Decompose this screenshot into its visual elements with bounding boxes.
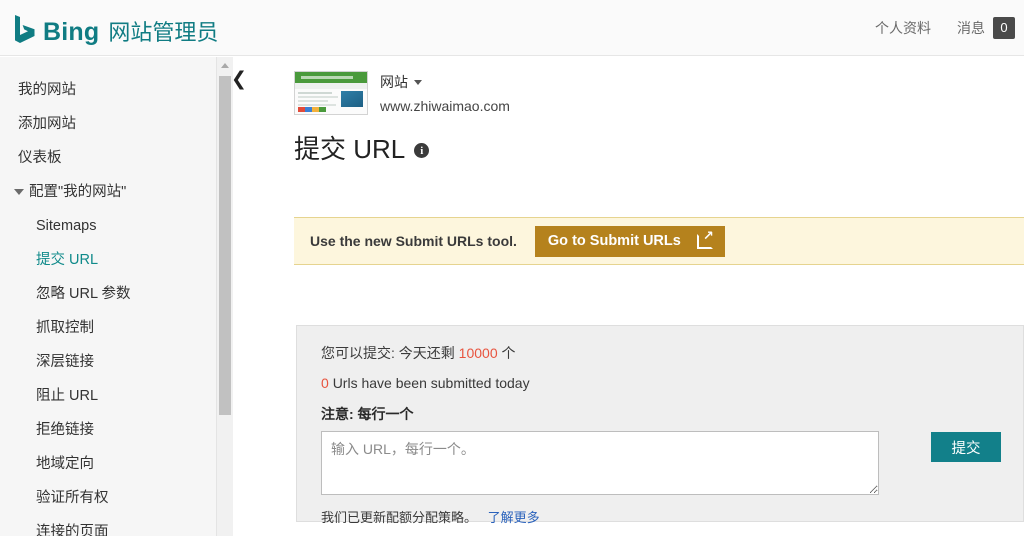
sidebar-item-connected-pages[interactable]: 连接的页面 <box>0 515 216 536</box>
new-tool-banner: Use the new Submit URLs tool. Go to Subm… <box>294 217 1024 265</box>
quota-prefix: 您可以提交: 今天还剩 <box>321 345 455 361</box>
sidebar-scrollbar[interactable] <box>216 57 233 536</box>
quota-suffix: 个 <box>501 345 516 361</box>
go-to-submit-urls-button[interactable]: Go to Submit URLs <box>534 225 725 257</box>
chevron-down-icon <box>14 189 24 195</box>
messages-count-badge: 0 <box>993 16 1015 39</box>
main-content: 网站 www.zhiwaimao.com 提交 URL i Use the ne… <box>256 57 1024 536</box>
submit-url-panel: 您可以提交: 今天还剩 10000 个 0 Urls have been sub… <box>296 325 1024 525</box>
sidebar: 我的网站 添加网站 仪表板 配置"我的网站" Sitemaps 提交 URL 忽… <box>0 57 216 536</box>
header-actions: 个人资料 消息 0 <box>875 16 1015 39</box>
brand-logo[interactable]: Bing 网站管理员 <box>14 10 218 45</box>
quota-remaining-line: 您可以提交: 今天还剩 10000 个 <box>321 343 1023 363</box>
banner-message: Use the new Submit URLs tool. <box>310 233 517 249</box>
sidebar-collapse-chevron-icon[interactable]: ❮ <box>231 70 247 90</box>
page-title: 提交 URL <box>294 134 406 164</box>
brand-subtitle: 网站管理员 <box>108 20 219 45</box>
profile-link[interactable]: 个人资料 <box>875 18 931 38</box>
scrollbar-thumb[interactable] <box>219 76 231 415</box>
external-link-icon <box>696 229 714 249</box>
messages-label: 消息 <box>957 19 985 36</box>
sidebar-group-label: 配置"我的网站" <box>29 184 127 200</box>
info-icon[interactable]: i <box>414 143 430 158</box>
sidebar-item-deep-links[interactable]: 深层链接 <box>0 345 216 379</box>
sidebar-item-sitemaps[interactable]: Sitemaps <box>0 209 216 243</box>
submit-form-row: 提交 <box>321 431 1023 495</box>
quota-policy-text: 我们已更新配额分配策略。 <box>321 510 478 525</box>
sidebar-item-block-url[interactable]: 阻止 URL <box>0 379 216 413</box>
submitted-today-count: 0 <box>321 375 329 391</box>
submit-button[interactable]: 提交 <box>931 432 1001 462</box>
chevron-down-icon <box>414 79 422 85</box>
sidebar-item-disavow-links[interactable]: 拒绝链接 <box>0 413 216 447</box>
learn-more-link[interactable]: 了解更多 <box>488 510 540 525</box>
site-name-label: 网站 <box>380 74 408 90</box>
site-header: 网站 www.zhiwaimao.com <box>294 71 1024 115</box>
site-selector-dropdown[interactable]: 网站 <box>380 72 510 92</box>
sidebar-item-dashboard[interactable]: 仪表板 <box>0 141 216 175</box>
sidebar-item-crawl-control[interactable]: 抓取控制 <box>0 311 216 345</box>
sidebar-item-geo-targeting[interactable]: 地域定向 <box>0 447 216 481</box>
sidebar-group-configure[interactable]: 配置"我的网站" <box>0 175 216 209</box>
brand-name: Bing <box>43 18 100 46</box>
submitted-today-text: Urls have been submitted today <box>332 375 530 391</box>
bing-logo-icon <box>15 15 35 43</box>
app-header: Bing 网站管理员 个人资料 消息 0 <box>0 0 1024 56</box>
sidebar-item-submit-url[interactable]: 提交 URL <box>0 243 216 277</box>
submitted-today-line: 0 Urls have been submitted today <box>321 375 1023 391</box>
sidebar-item-my-sites[interactable]: 我的网站 <box>0 73 216 107</box>
quota-remaining-count: 10000 <box>458 345 498 361</box>
sidebar-item-verify-ownership[interactable]: 验证所有权 <box>0 481 216 515</box>
sidebar-item-add-site[interactable]: 添加网站 <box>0 107 216 141</box>
page-title-row: 提交 URL i <box>294 129 1024 166</box>
go-to-submit-urls-label: Go to Submit URLs <box>547 233 681 249</box>
site-thumbnail <box>294 71 368 115</box>
site-url: www.zhiwaimao.com <box>380 98 510 114</box>
url-input-textarea[interactable] <box>321 431 879 495</box>
quota-policy-line: 我们已更新配额分配策略。 了解更多 <box>321 507 1023 526</box>
sidebar-item-ignore-url-params[interactable]: 忽略 URL 参数 <box>0 277 216 311</box>
messages-link[interactable]: 消息 0 <box>957 16 1015 39</box>
site-meta: 网站 www.zhiwaimao.com <box>380 71 510 114</box>
one-per-line-note: 注意: 每行一个 <box>321 406 414 422</box>
